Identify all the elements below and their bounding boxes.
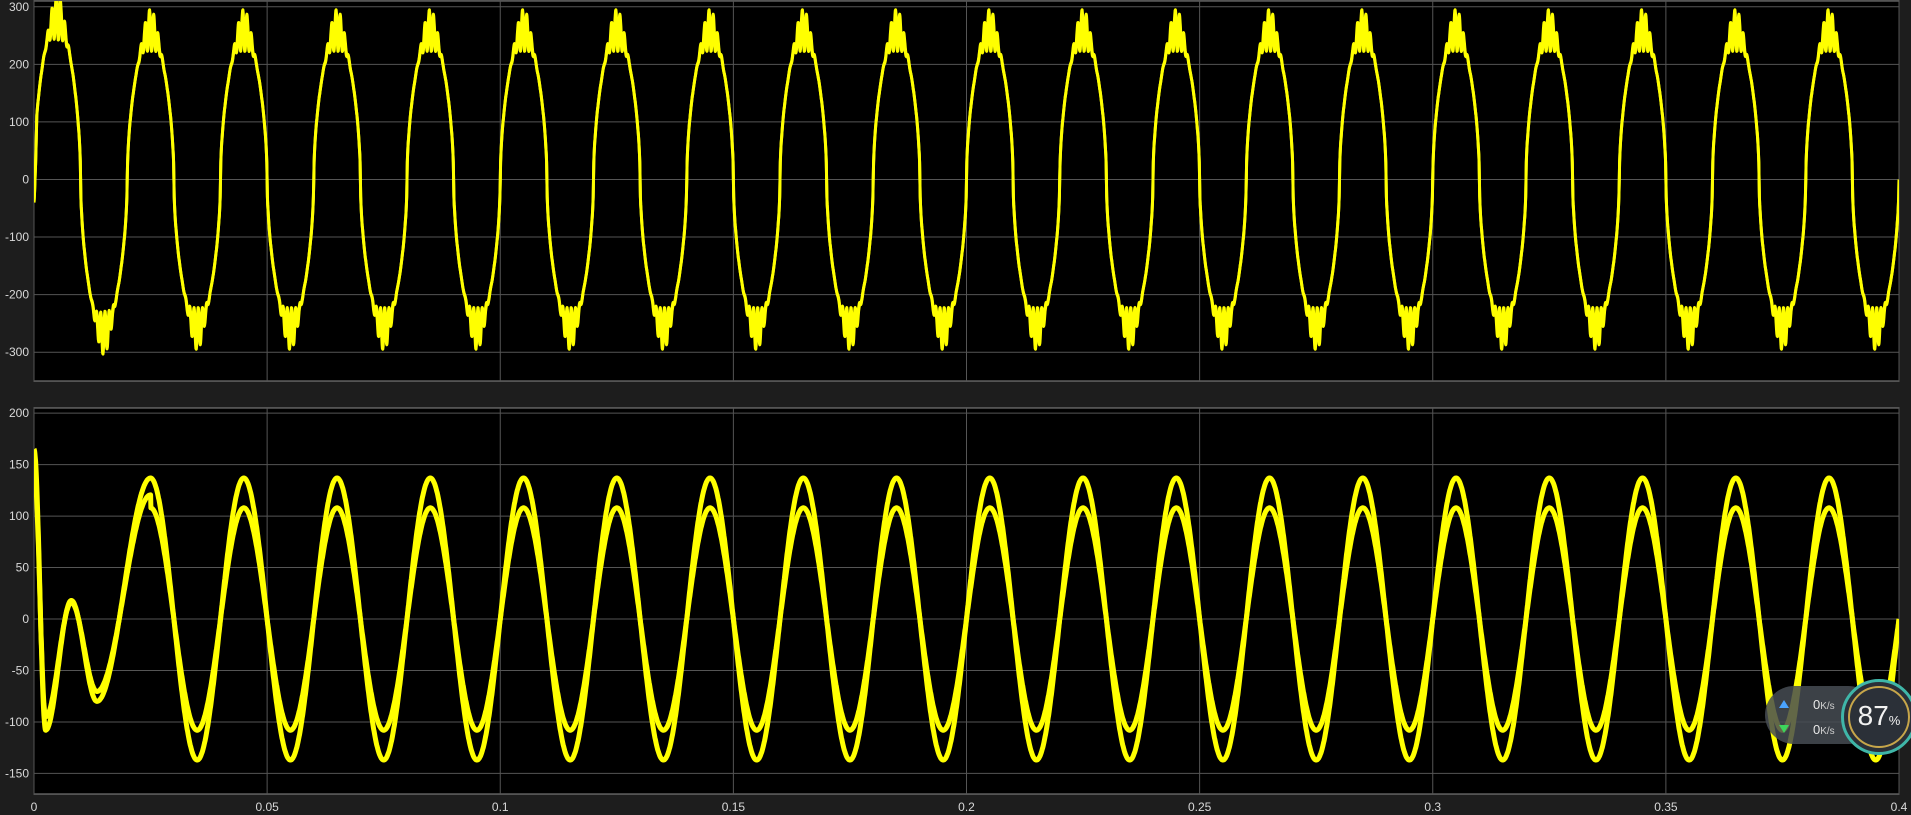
upload-arrow-icon (1779, 700, 1789, 708)
y-tick-label: -100 (5, 715, 29, 729)
y-tick-label: 100 (9, 115, 29, 129)
y-tick-label: 150 (9, 458, 29, 472)
y-tick-label: -200 (5, 288, 29, 302)
cpu-gauge[interactable]: 87% (1841, 679, 1911, 755)
y-tick-label: 300 (9, 0, 29, 14)
download-rate: 0K/s (1813, 722, 1835, 737)
y-tick-label: 0 (22, 612, 29, 626)
x-tick-label: 0 (31, 800, 38, 814)
y-tick-label: -50 (12, 663, 30, 677)
x-tick-label: 0.4 (1891, 800, 1908, 814)
download-arrow-icon (1779, 725, 1789, 733)
y-tick-label: 100 (9, 509, 29, 523)
x-tick-label: 0.05 (255, 800, 279, 814)
y-tick-label: 200 (9, 406, 29, 420)
cpu-gauge-unit: % (1888, 713, 1901, 728)
y-tick-label: 0 (22, 172, 29, 186)
x-tick-label: 0.3 (1424, 800, 1441, 814)
download-rate-unit: K/s (1820, 726, 1835, 737)
x-tick-label: 0.35 (1654, 800, 1678, 814)
axes-2: 0 0.05 0.1 0.15 0.2 0.25 0.3 0.35 0.4 200 150 100 50… (5, 406, 1908, 814)
y-tick-label: -150 (5, 766, 29, 780)
x-tick-label: 0.25 (1188, 800, 1212, 814)
cpu-gauge-readout: 87% (1844, 700, 1911, 732)
y-tick-label: -300 (5, 345, 29, 359)
upload-rate: 0K/s (1813, 697, 1835, 712)
network-monitor-widget[interactable]: 0K/s 0K/s 87% (1765, 677, 1911, 757)
scope-window: 300 200 100 0 -100 -200 -300 0 0.05 0.1 0.15 0.2 0.2… (0, 0, 1911, 815)
y-tick-label: 200 (9, 57, 29, 71)
cpu-gauge-value: 87 (1857, 700, 1889, 731)
y-tick-label: 50 (16, 561, 30, 575)
y-tick-label: -100 (5, 230, 29, 244)
x-tick-label: 0.15 (722, 800, 746, 814)
upload-rate-unit: K/s (1820, 701, 1835, 712)
scope-chart: 300 200 100 0 -100 -200 -300 0 0.05 0.1 0.15 0.2 0.2… (5, 0, 1908, 814)
axes-1: 300 200 100 0 -100 -200 -300 (5, 0, 1900, 382)
x-tick-label: 0.1 (492, 800, 509, 814)
x-tick-label: 0.2 (958, 800, 975, 814)
